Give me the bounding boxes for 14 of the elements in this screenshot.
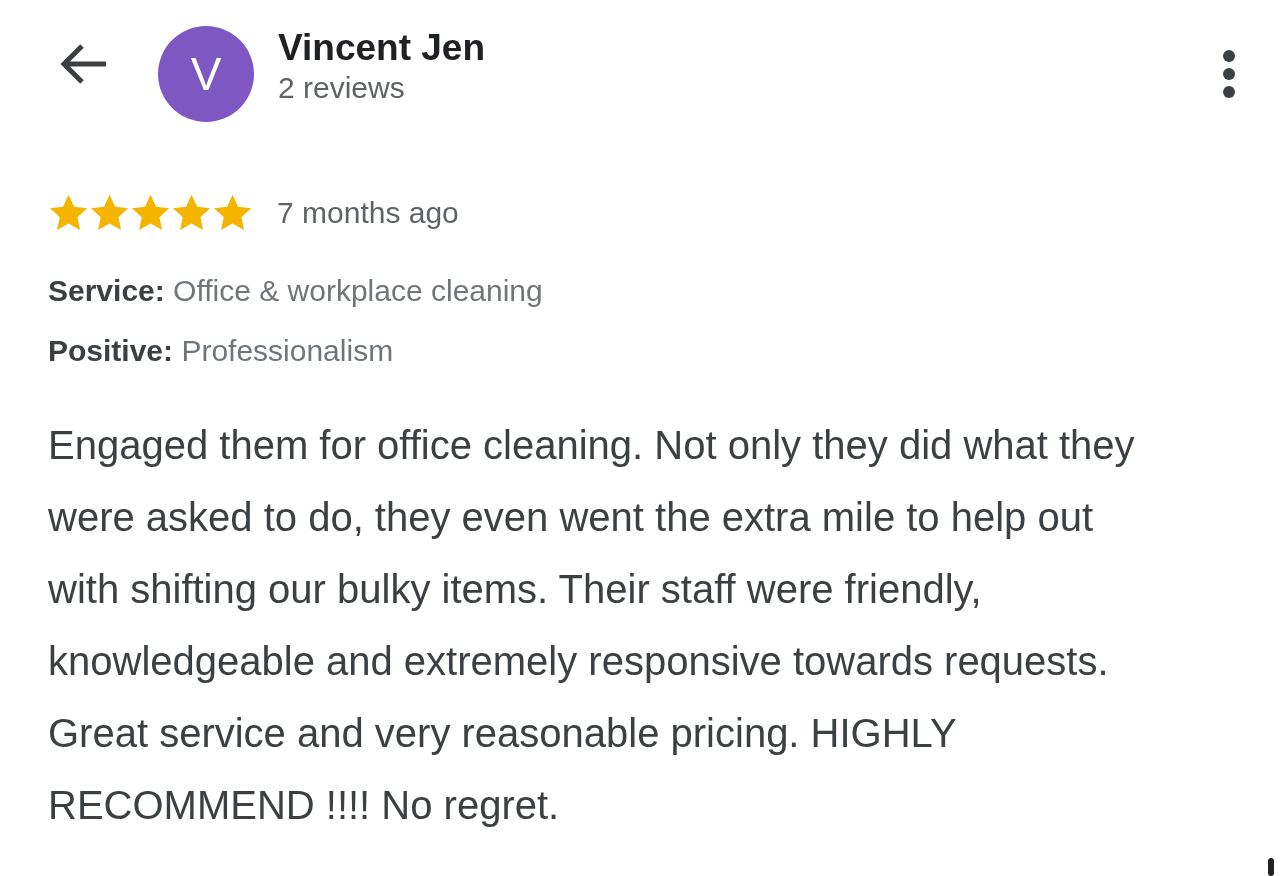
review-time: 7 months ago xyxy=(277,195,459,231)
star-icon xyxy=(212,193,253,232)
review-count: 2 reviews xyxy=(278,70,406,107)
star-icon xyxy=(89,193,130,232)
review-attribute: Positive: Professionalism xyxy=(48,333,395,369)
star-icon xyxy=(48,193,89,232)
reviewer-name: Vincent Jen xyxy=(278,26,486,70)
review-text: Engaged them for office cleaning. Not only they did what they were asked to do, they even went the extra mile to help out with shifting our bulky items. Their staff were friendly, knowledgeable and extremely responsive towards requests. Great service and very reasonable pricing. HIGHLY RECOMMEND !!!! No regret. xyxy=(48,422,1136,829)
review-attribute: Service: Office & workplace cleaning xyxy=(48,273,544,309)
scroll-indicator xyxy=(1268,858,1274,876)
star-icon xyxy=(171,193,212,232)
star-icon xyxy=(130,193,171,232)
avatar-initial: V xyxy=(190,46,222,102)
more-options-button[interactable] xyxy=(1222,50,1236,98)
